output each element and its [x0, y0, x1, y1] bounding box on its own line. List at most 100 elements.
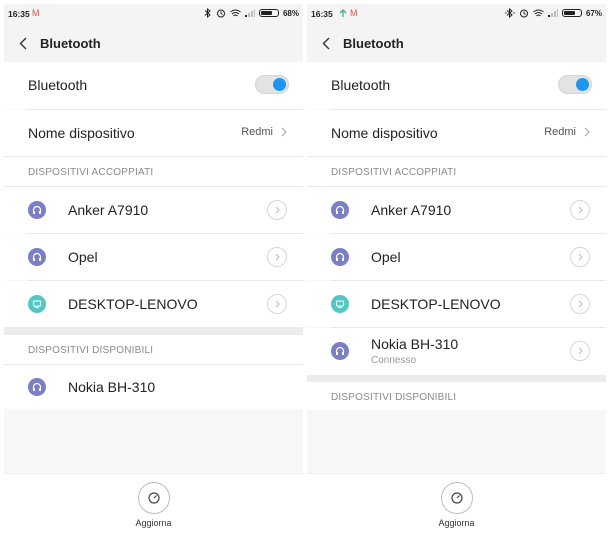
bluetooth-label: Bluetooth — [331, 77, 391, 93]
bluetooth-toggle[interactable] — [558, 75, 592, 94]
bluetooth-toggle-row[interactable]: Bluetooth — [4, 62, 303, 109]
headset-icon — [28, 378, 46, 396]
title-bar: Bluetooth — [307, 24, 606, 62]
page-title: Bluetooth — [343, 35, 404, 51]
page-title: Bluetooth — [40, 35, 101, 51]
bluetooth-toggle[interactable] — [255, 75, 289, 94]
gmail-notification-icon: M — [32, 8, 40, 18]
device-details-button[interactable] — [267, 200, 287, 220]
wifi-icon — [230, 9, 241, 16]
section-gap — [4, 327, 303, 335]
device-details-button[interactable] — [267, 294, 287, 314]
list-item[interactable]: Nokia BH-310 — [4, 365, 303, 409]
device-details-button[interactable] — [570, 247, 590, 267]
device-name-label: Nome dispositivo — [331, 125, 438, 141]
device-name-text: Redmi — [544, 126, 576, 138]
chevron-right-icon — [275, 253, 280, 261]
list-item[interactable]: Nokia BH-310 Connesso — [307, 328, 606, 375]
device-name: DESKTOP-LENOVO — [371, 296, 501, 312]
device-name: Opel — [371, 249, 401, 265]
bottom-bar: Aggiorna — [307, 473, 606, 535]
signal-icon — [547, 9, 558, 17]
device-name: Nokia BH-310 — [68, 379, 156, 395]
phone-screen-left: 16:35 M 68% Bluetooth Bluetooth Nome dis… — [4, 4, 303, 535]
chevron-right-icon — [275, 300, 280, 308]
gmail-notification-icon: M — [350, 8, 358, 18]
device-name-value: Redmi — [241, 126, 287, 138]
list-item[interactable]: Anker A7910 — [307, 187, 606, 233]
bottom-bar: Aggiorna — [4, 473, 303, 535]
status-bar: 16:35 M 67% — [307, 4, 606, 24]
status-time: 16:35 — [8, 9, 30, 19]
list-item[interactable]: Opel — [4, 234, 303, 280]
refresh-icon — [147, 492, 160, 504]
headset-icon — [331, 201, 349, 219]
chevron-right-icon — [275, 206, 280, 214]
refresh-label: Aggiorna — [438, 518, 475, 528]
headset-icon — [28, 201, 46, 219]
device-name-row[interactable]: Nome dispositivo Redmi — [4, 110, 303, 156]
alarm-icon — [216, 9, 225, 18]
device-name-row[interactable]: Nome dispositivo Redmi — [307, 110, 606, 156]
chevron-right-icon — [584, 127, 590, 137]
alarm-icon — [519, 9, 528, 18]
section-gap — [307, 375, 606, 382]
device-name: Nokia BH-310 — [371, 336, 459, 352]
title-bar: Bluetooth — [4, 24, 303, 62]
back-button[interactable] — [14, 34, 32, 52]
phone-screen-right: 16:35 M 67% Bluetooth Bluetooth Nome dis… — [307, 4, 606, 535]
device-name-label: Nome dispositivo — [28, 125, 135, 141]
list-item[interactable]: Anker A7910 — [4, 187, 303, 233]
headset-icon — [331, 342, 349, 360]
list-item[interactable]: DESKTOP-LENOVO — [4, 281, 303, 327]
chevron-right-icon — [578, 347, 583, 355]
back-button[interactable] — [317, 34, 335, 52]
available-devices-header: DISPOSITIVI DISPONIBILI — [4, 335, 303, 365]
list-item[interactable]: Opel — [307, 234, 606, 280]
chevron-left-icon — [322, 37, 330, 49]
bluetooth-label: Bluetooth — [28, 77, 88, 93]
device-name: Anker A7910 — [371, 202, 452, 218]
bluetooth-connected-icon — [505, 8, 515, 18]
refresh-icon — [450, 492, 463, 504]
toggle-knob — [273, 78, 286, 91]
refresh-button[interactable] — [440, 482, 473, 514]
paired-devices-header: DISPOSITIVI ACCOPPIATI — [307, 157, 606, 187]
toggle-knob — [576, 78, 589, 91]
battery-percent: 68% — [282, 8, 299, 18]
chevron-right-icon — [281, 127, 287, 137]
headset-icon — [28, 248, 46, 266]
computer-icon — [28, 295, 46, 313]
device-details-button[interactable] — [570, 341, 590, 361]
device-name: Anker A7910 — [68, 202, 149, 218]
chevron-right-icon — [578, 253, 583, 261]
battery-icon — [561, 9, 582, 17]
paired-devices-header: DISPOSITIVI ACCOPPIATI — [4, 157, 303, 187]
upload-notification-icon — [339, 9, 347, 17]
available-header-label: DISPOSITIVI DISPONIBILI — [331, 392, 457, 403]
chevron-right-icon — [578, 206, 583, 214]
device-name-text: Redmi — [241, 126, 273, 138]
computer-icon — [331, 295, 349, 313]
device-details-button[interactable] — [570, 294, 590, 314]
battery-icon — [258, 9, 279, 17]
refresh-button[interactable] — [137, 482, 170, 514]
bluetooth-toggle-row[interactable]: Bluetooth — [307, 62, 606, 109]
headset-icon — [331, 248, 349, 266]
device-status: Connesso — [371, 355, 417, 366]
available-header-label: DISPOSITIVI DISPONIBILI — [28, 345, 154, 356]
status-bar: 16:35 M 68% — [4, 4, 303, 24]
device-details-button[interactable] — [570, 200, 590, 220]
bluetooth-status-icon — [204, 8, 211, 18]
status-time: 16:35 — [311, 9, 333, 19]
refresh-label: Aggiorna — [135, 518, 172, 528]
paired-header-label: DISPOSITIVI ACCOPPIATI — [331, 167, 457, 178]
signal-icon — [244, 9, 255, 17]
paired-header-label: DISPOSITIVI ACCOPPIATI — [28, 167, 154, 178]
available-devices-header: DISPOSITIVI DISPONIBILI — [307, 382, 606, 410]
chevron-left-icon — [19, 37, 27, 49]
device-name: DESKTOP-LENOVO — [68, 296, 198, 312]
device-name: Opel — [68, 249, 98, 265]
list-item[interactable]: DESKTOP-LENOVO — [307, 281, 606, 327]
device-details-button[interactable] — [267, 247, 287, 267]
